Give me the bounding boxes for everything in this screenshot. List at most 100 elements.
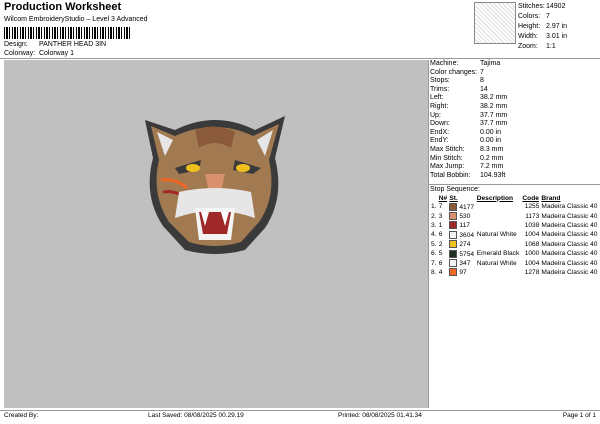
brand-cell: Madeira Classic 40 xyxy=(541,231,598,239)
code-cell: 1004 xyxy=(524,231,540,239)
stat-row: Height: 2.97 in xyxy=(518,22,598,32)
info-row: Down: 37.7 mm xyxy=(430,120,600,129)
needle-cell: 1 xyxy=(438,221,443,229)
color-swatch xyxy=(449,221,458,230)
description-cell xyxy=(476,211,522,220)
colorway-value: Colorway 1 xyxy=(38,50,74,57)
stop-sequence-title: Stop Sequence: xyxy=(430,186,480,193)
description-cell xyxy=(476,240,522,249)
needle-cell: 2 xyxy=(438,240,443,248)
stitch-count: 117 xyxy=(459,222,470,230)
stat-value: 7 xyxy=(546,13,550,20)
colorway-label: Colorway: xyxy=(4,50,36,57)
info-value: 0.00 in xyxy=(480,137,502,145)
stitch-cell: 347 xyxy=(448,258,475,268)
info-row: EndY: 0.00 in xyxy=(430,137,600,146)
stitch-cell: 4177 xyxy=(448,202,475,211)
stop-cell: 6. xyxy=(431,250,437,258)
code-cell: 1173 xyxy=(525,212,540,220)
machine-info-panel: Machine: Tajima Color changes: 7 Stops: 8 Trim… xyxy=(430,60,600,180)
column-header xyxy=(430,194,438,202)
needle-cell: 6 xyxy=(438,231,443,239)
stat-value: 1:1 xyxy=(546,43,556,50)
divider xyxy=(0,410,600,411)
info-value: 8.3 mm xyxy=(480,145,504,153)
info-label: Min Stitch: xyxy=(430,154,463,162)
info-label: Right: xyxy=(430,102,449,110)
table-row[interactable]: 6. 5 5754 Emerald Black 1000 Madeira Classic … xyxy=(430,249,600,258)
page-title: Production Worksheet xyxy=(4,1,122,13)
stop-cell: 7. xyxy=(431,259,437,267)
stat-label: Colors: xyxy=(518,13,541,20)
info-row: Min Stitch: 0.2 mm xyxy=(430,155,600,164)
printed-date: Printed: 08/08/2025 01.41.34 xyxy=(338,412,422,419)
info-label: Max Jump: xyxy=(430,163,465,171)
footer: Created By: Last Saved: 08/08/2025 00.29… xyxy=(4,412,596,419)
table-row[interactable]: 7. 6 347 Natural White 1004 Madeira Classic 4… xyxy=(430,258,600,268)
stitch-count: 530 xyxy=(459,212,471,220)
table-header: N# St. Description Code Brand xyxy=(430,194,600,202)
info-value: 37.7 mm xyxy=(480,120,508,128)
table-row[interactable]: 4. 6 3604 Natural White 1004 Madeira Classic … xyxy=(430,230,600,239)
info-row: Machine: Tajima xyxy=(430,60,600,69)
stat-row: Stitches: 14902 xyxy=(518,2,598,12)
design-label: Design: xyxy=(4,41,28,48)
stitch-count: 347 xyxy=(459,259,471,267)
info-row: Max Stitch: 8.3 mm xyxy=(430,146,600,155)
stats-panel: Stitches: 14902 Colors: 7 Height: 2.97 in W… xyxy=(518,2,598,52)
table-row[interactable]: 1. 7 4177 1255 Madeira Classic 40 xyxy=(430,202,600,211)
needle-cell: 3 xyxy=(438,212,443,220)
info-value: 14 xyxy=(480,85,488,93)
color-swatch xyxy=(449,249,458,258)
info-value: 7.2 mm xyxy=(480,163,504,171)
info-row: Up: 37.7 mm xyxy=(430,112,600,121)
stat-value: 14902 xyxy=(546,3,566,10)
stat-row: Colors: 7 xyxy=(518,12,598,22)
stat-value: 2.97 in xyxy=(546,23,568,30)
stat-label: Zoom: xyxy=(518,43,538,50)
needle-cell: 7 xyxy=(438,203,443,211)
description-cell: Natural White xyxy=(476,259,517,267)
brand-cell: Madeira Classic 40 xyxy=(541,212,598,220)
divider xyxy=(0,58,600,59)
info-row: Stops: 8 xyxy=(430,77,600,86)
stat-label: Width: xyxy=(518,33,538,40)
code-cell: 1255 xyxy=(524,203,540,211)
info-label: Left: xyxy=(430,94,444,102)
brand-cell: Madeira Classic 40 xyxy=(541,268,598,276)
colorway-row: Colorway: Colorway 1 xyxy=(4,50,74,57)
code-cell: 1038 xyxy=(524,221,540,229)
brand-cell: Madeira Classic 40 xyxy=(541,221,598,229)
stitch-cell: 117 xyxy=(448,221,475,230)
info-label: EndY: xyxy=(430,137,449,145)
column-header: Description xyxy=(476,194,514,202)
stat-value: 3.01 in xyxy=(546,33,568,40)
stitch-count: 3604 xyxy=(459,231,475,239)
stitch-count: 274 xyxy=(459,241,471,248)
info-value: 38.2 mm xyxy=(480,94,508,102)
stitch-cell: 5754 xyxy=(448,249,475,258)
info-label: EndX: xyxy=(430,128,450,136)
stat-label: Stitches: xyxy=(518,3,545,10)
table-row[interactable]: 2. 3 530 1173 Madeira Classic 40 xyxy=(430,211,600,221)
info-value: 8 xyxy=(480,77,484,85)
table-row[interactable]: 8. 4 97 1278 Madeira Classic 40 xyxy=(430,268,600,277)
info-value: 104.93ft xyxy=(480,171,506,179)
column-header: St. xyxy=(449,194,458,202)
brand-cell: Madeira Classic 40 xyxy=(541,240,598,248)
page-number: Page 1 of 1 xyxy=(562,412,596,419)
table-row[interactable]: 3. 1 117 1038 Madeira Classic 40 xyxy=(430,221,600,230)
info-label: Up: xyxy=(430,111,441,119)
thumbnail-preview xyxy=(474,2,516,44)
divider xyxy=(428,184,600,185)
table-row[interactable]: 5. 2 274 1068 Madeira Classic 40 xyxy=(430,240,600,249)
needle-cell: 6 xyxy=(438,259,443,267)
column-header: Code xyxy=(522,194,539,202)
info-value: 0.00 in xyxy=(480,128,502,136)
info-row: Trims: 14 xyxy=(430,86,600,95)
info-label: Color changes: xyxy=(430,68,478,76)
info-label: Trims: xyxy=(430,85,450,93)
info-value: 0.2 mm xyxy=(480,154,504,162)
column-header: N# xyxy=(438,194,448,202)
color-swatch xyxy=(449,268,458,277)
